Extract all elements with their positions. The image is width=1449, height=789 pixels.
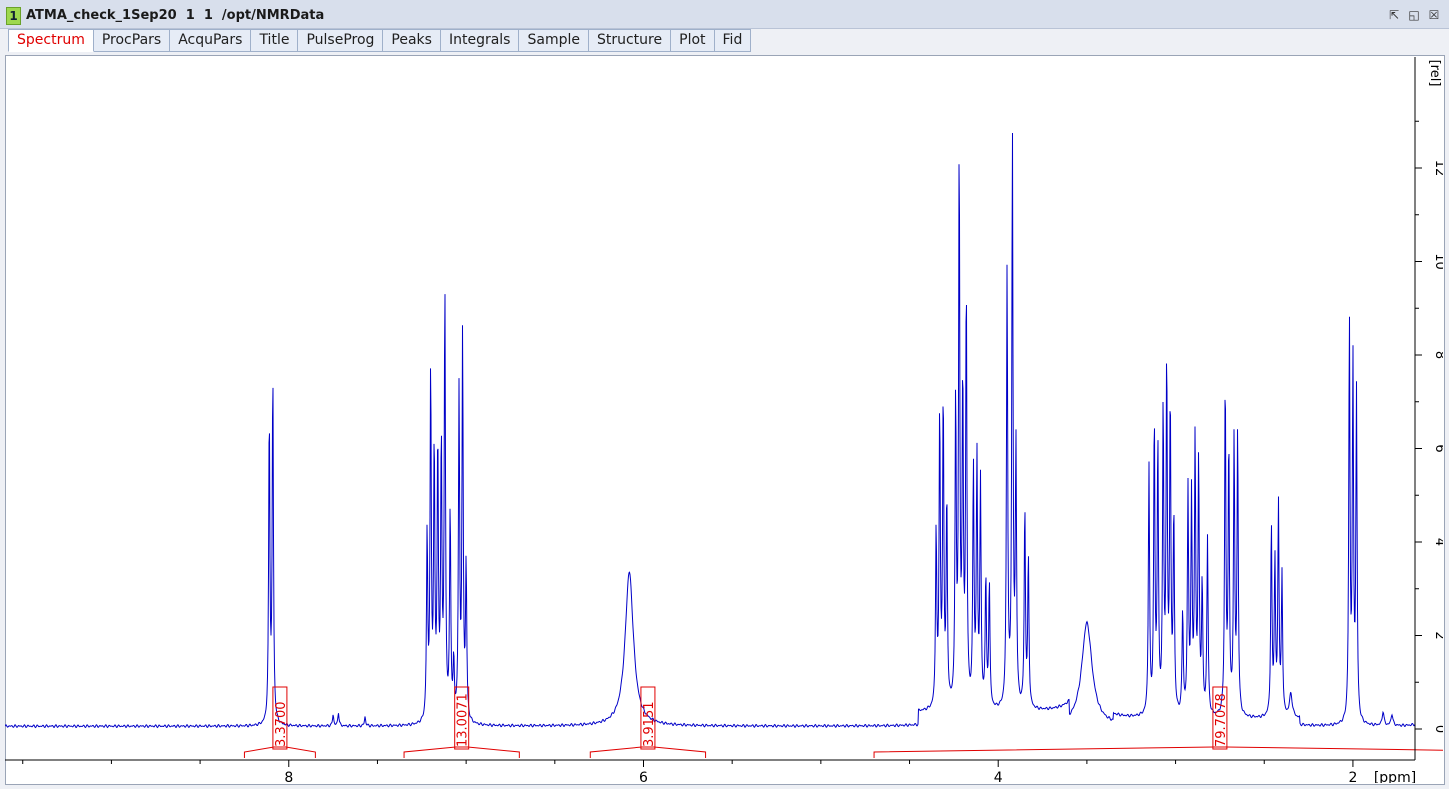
- y-tick-label-0: 0: [1432, 725, 1443, 733]
- tab-peaks[interactable]: Peaks: [383, 29, 441, 52]
- title-bar: 1 ATMA_check_1Sep20 1 1 /opt/NMRData ⇱ ◱…: [0, 0, 1449, 29]
- y-tick-label-4: 4: [1432, 538, 1443, 546]
- y-axis-label: [rel]: [1427, 60, 1442, 87]
- x-tick-label-6: 6: [639, 770, 648, 783]
- integral-label-0: 3.3700: [274, 702, 289, 748]
- integral-bracket-3: [873, 746, 1443, 758]
- tab-plot[interactable]: Plot: [671, 29, 715, 52]
- tab-structure[interactable]: Structure: [588, 29, 672, 52]
- window-title: ATMA_check_1Sep20 1 1 /opt/NMRData: [26, 8, 325, 23]
- minimize-icon[interactable]: ⇱: [1387, 8, 1401, 22]
- tab-fid[interactable]: Fid: [714, 29, 752, 52]
- tab-procpars[interactable]: ProcPars: [93, 29, 171, 52]
- x-axis-label: [ppm]: [1374, 770, 1416, 783]
- tab-integrals[interactable]: Integrals: [440, 29, 520, 52]
- window-number-badge: 1: [6, 7, 21, 25]
- y-tick-label-10: 10: [1432, 253, 1443, 270]
- tab-acqupars[interactable]: AcquPars: [170, 29, 252, 52]
- tab-sample[interactable]: Sample: [519, 29, 589, 52]
- integral-label-3: 79.7078: [1214, 693, 1229, 747]
- spectrum-series-line: [5, 132, 1416, 729]
- y-tick-label-12: 12: [1432, 160, 1443, 177]
- maximize-icon[interactable]: ◱: [1407, 8, 1421, 22]
- tab-spectrum[interactable]: Spectrum: [8, 29, 94, 52]
- y-tick-label-2: 2: [1432, 631, 1443, 639]
- tab-bar: Spectrum ProcPars AcquPars Title PulseProg Pe…: [8, 29, 752, 52]
- y-tick-label-6: 6: [1432, 444, 1443, 452]
- x-tick-label-8: 8: [284, 770, 293, 783]
- x-tick-label-4: 4: [994, 770, 1003, 783]
- tab-pulseprog[interactable]: PulseProg: [298, 29, 384, 52]
- x-tick-label-2: 2: [1348, 770, 1357, 783]
- close-icon[interactable]: ☒: [1427, 8, 1441, 22]
- integral-label-2: 3.9151: [642, 702, 657, 748]
- nmr-spectrum-chart[interactable]: 3.3700 13.0071 3.9151 79.7078 8 6 4 2 [ppm] 0 2 4 6 8…: [5, 55, 1443, 783]
- y-tick-label-8: 8: [1432, 351, 1443, 359]
- tab-title[interactable]: Title: [251, 29, 299, 52]
- integral-label-1: 13.0071: [456, 693, 471, 747]
